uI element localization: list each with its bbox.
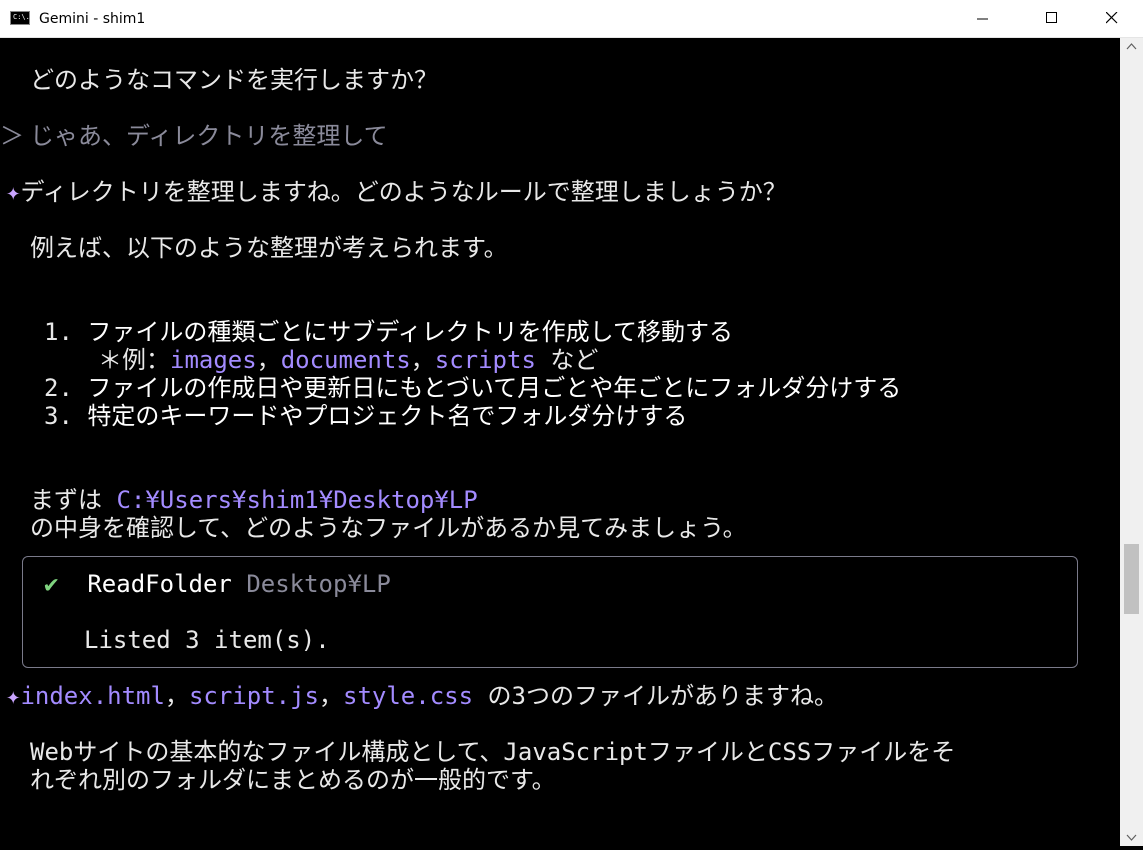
tool-result: Listed 3 item(s). bbox=[84, 626, 330, 654]
list-number: 3. bbox=[44, 402, 73, 430]
maximize-icon bbox=[1046, 12, 1057, 23]
minimize-button[interactable] bbox=[961, 0, 1007, 38]
file-style: style.css bbox=[343, 682, 474, 710]
user-prompt: ＞じゃあ、ディレクトリを整理して bbox=[0, 122, 388, 150]
folder-path: C:¥Users¥shim1¥Desktop¥LP bbox=[116, 486, 478, 514]
file-script: script.js bbox=[188, 682, 319, 710]
check-line: まずは C:¥Users¥shim1¥Desktop¥LP bbox=[30, 486, 478, 514]
separator: ， bbox=[410, 346, 435, 374]
list-text: ファイルの種類ごとにサブディレクトリを作成して移動する bbox=[87, 318, 733, 346]
reply-text: ディレクトリを整理しますね。どのようなルールで整理しましょうか？ bbox=[20, 178, 787, 206]
sparkle-icon: ✦ bbox=[6, 682, 21, 710]
window-title: Gemini - shim1 bbox=[39, 11, 146, 27]
advice-line: れぞれ別のフォルダにまとめるのが一般的です。 bbox=[30, 766, 556, 794]
list-number: 1. bbox=[44, 318, 73, 346]
maximize-button[interactable] bbox=[1030, 0, 1076, 38]
code-documents: documents bbox=[280, 346, 411, 374]
assistant-reply: ✦index.html，script.js，style.css の3つのファイル… bbox=[6, 682, 838, 710]
close-button[interactable] bbox=[1090, 0, 1136, 38]
assistant-reply: ✦ディレクトリを整理しますね。どのようなルールで整理しましょうか？ bbox=[6, 178, 787, 206]
list-item: 3. 特定のキーワードやプロジェクト名でフォルダ分けする bbox=[44, 402, 687, 430]
sub-suffix: など bbox=[550, 346, 599, 374]
close-icon bbox=[1106, 12, 1118, 24]
code-images: images bbox=[170, 346, 257, 374]
separator: ， bbox=[256, 346, 281, 374]
console-icon[interactable]: C:\. bbox=[10, 11, 30, 25]
user-input-text: じゃあ、ディレクトリを整理して bbox=[30, 122, 388, 150]
scroll-thumb[interactable] bbox=[1124, 544, 1139, 614]
scroll-down-button[interactable] bbox=[1120, 829, 1143, 846]
example-intro: 例えば、以下のような整理が考えられます。 bbox=[30, 234, 508, 262]
assistant-question: どのようなコマンドを実行しますか？ bbox=[30, 66, 438, 94]
sparkle-icon: ✦ bbox=[6, 178, 21, 206]
files-suffix: の3つのファイルがありますね。 bbox=[487, 682, 838, 710]
code-scripts: scripts bbox=[434, 346, 536, 374]
file-index: index.html bbox=[20, 682, 165, 710]
asterisk-icon: ＊ bbox=[98, 346, 122, 374]
list-text: ファイルの作成日や更新日にもとづいて月ごとや年ごとにフォルダ分けする bbox=[87, 374, 902, 402]
tool-call-header: ✔ ReadFolder Desktop¥LP bbox=[44, 570, 391, 598]
check-suffix: の中身を確認して、どのようなファイルがあるか見てみましょう。 bbox=[30, 514, 747, 542]
check-icon: ✔ bbox=[44, 570, 59, 598]
check-prefix: まずは bbox=[30, 486, 102, 514]
prompt-marker-icon: ＞ bbox=[0, 122, 24, 150]
sub-prefix: 例： bbox=[122, 346, 170, 374]
scroll-up-button[interactable] bbox=[1120, 38, 1143, 55]
title-bar: C:\. Gemini - shim1 bbox=[0, 0, 1143, 38]
list-number: 2. bbox=[44, 374, 73, 402]
chevron-down-icon bbox=[1126, 834, 1137, 841]
separator: ， bbox=[319, 682, 343, 710]
separator: ， bbox=[164, 682, 189, 710]
tool-name: ReadFolder bbox=[87, 570, 232, 598]
sub-bullet-line: ＊例：images，documents，scripts など bbox=[98, 346, 598, 374]
terminal-output[interactable]: どのようなコマンドを実行しますか？ ＞じゃあ、ディレクトリを整理して ✦ディレク… bbox=[0, 38, 1120, 846]
vertical-scrollbar[interactable] bbox=[1120, 38, 1143, 846]
minimize-icon bbox=[977, 18, 988, 20]
list-item: 1. ファイルの種類ごとにサブディレクトリを作成して移動する bbox=[44, 318, 733, 346]
list-item: 2. ファイルの作成日や更新日にもとづいて月ごとや年ごとにフォルダ分けする bbox=[44, 374, 901, 402]
advice-line: Webサイトの基本的なファイル構成として、JavaScriptファイルとCSSフ… bbox=[30, 738, 956, 766]
tool-arg: Desktop¥LP bbox=[246, 570, 391, 598]
list-text: 特定のキーワードやプロジェクト名でフォルダ分けする bbox=[87, 402, 688, 430]
chevron-up-icon bbox=[1126, 43, 1137, 50]
